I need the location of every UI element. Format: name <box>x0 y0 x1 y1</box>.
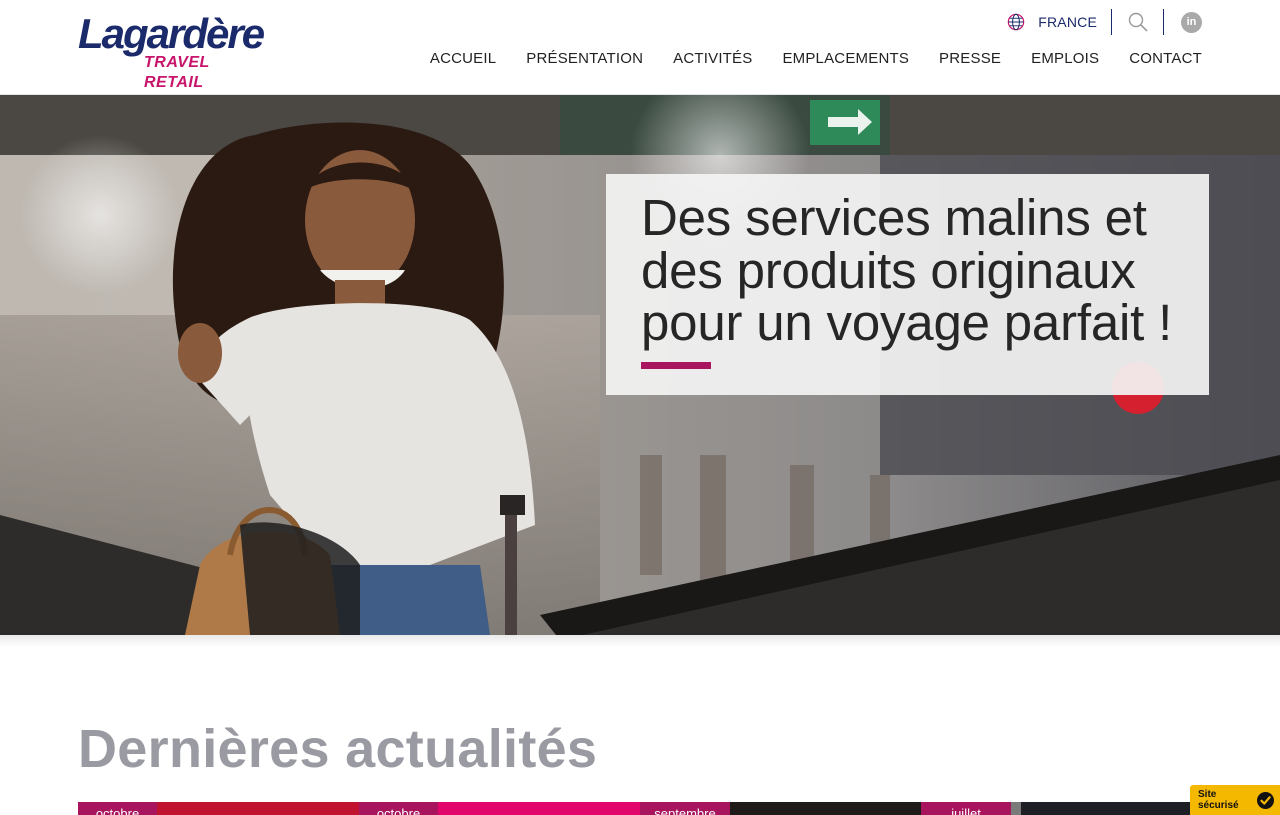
logo-tagline: TRAVEL RETAIL <box>144 54 210 91</box>
nav-item-accueil[interactable]: ACCUEIL <box>430 50 496 67</box>
hero-headline-box: Des services malins et des produits orig… <box>606 174 1209 395</box>
hero-headline: Des services malins et des produits orig… <box>641 189 1173 351</box>
hero-banner: Des services malins et des produits orig… <box>0 95 1280 635</box>
search-button[interactable] <box>1112 9 1164 35</box>
nav-item-emplois[interactable]: EMPLOIS <box>1031 50 1099 67</box>
country-selector[interactable]: FRANCE <box>1007 9 1112 35</box>
news-section-title: Dernières actualités <box>78 719 598 779</box>
news-card[interactable]: septembre <box>640 802 921 815</box>
country-label: FRANCE <box>1038 14 1097 30</box>
logo-wordmark: Lagardère <box>78 10 265 57</box>
news-card[interactable]: octobre <box>359 802 640 815</box>
globe-icon <box>1007 13 1025 31</box>
nav-item-presentation[interactable]: PRÉSENTATION <box>526 50 643 67</box>
news-card[interactable]: octobre <box>78 802 359 815</box>
secure-badge-line2: sécurisé <box>1198 800 1239 811</box>
news-card-image <box>438 802 640 815</box>
news-card-date: juillet <box>921 802 1011 815</box>
hero-shadow <box>0 635 1280 647</box>
news-card-date: octobre <box>359 802 438 815</box>
site-header: Lagardère TRAVEL RETAIL FRANCE in ACCUEI… <box>0 0 1280 95</box>
hero-accent-bar <box>641 362 711 369</box>
secure-site-badge[interactable]: Site sécurisé <box>1190 785 1280 815</box>
secure-badge-line1: Site <box>1198 789 1217 800</box>
news-card-list: octobre octobre septembre juillet <box>78 802 1202 815</box>
news-card[interactable]: juillet <box>921 802 1202 815</box>
main-nav: ACCUEIL PRÉSENTATION ACTIVITÉS EMPLACEME… <box>400 50 1202 67</box>
lagardere-logo[interactable]: Lagardère TRAVEL RETAIL <box>78 10 268 92</box>
news-card-image <box>1011 802 1202 815</box>
nav-item-activites[interactable]: ACTIVITÉS <box>673 50 752 67</box>
top-utility-bar: FRANCE in <box>1007 8 1202 36</box>
nav-item-emplacements[interactable]: EMPLACEMENTS <box>782 50 909 67</box>
checkmark-icon <box>1257 792 1274 809</box>
news-card-date: septembre <box>640 802 730 815</box>
search-icon <box>1128 12 1148 32</box>
news-card-date: octobre <box>78 802 157 815</box>
nav-item-contact[interactable]: CONTACT <box>1129 50 1202 67</box>
nav-item-presse[interactable]: PRESSE <box>939 50 1001 67</box>
news-card-image <box>157 802 359 815</box>
linkedin-button[interactable]: in <box>1164 9 1202 35</box>
news-card-image <box>730 802 921 815</box>
secure-badge-text: Site sécurisé <box>1198 789 1239 811</box>
linkedin-icon: in <box>1181 11 1202 33</box>
